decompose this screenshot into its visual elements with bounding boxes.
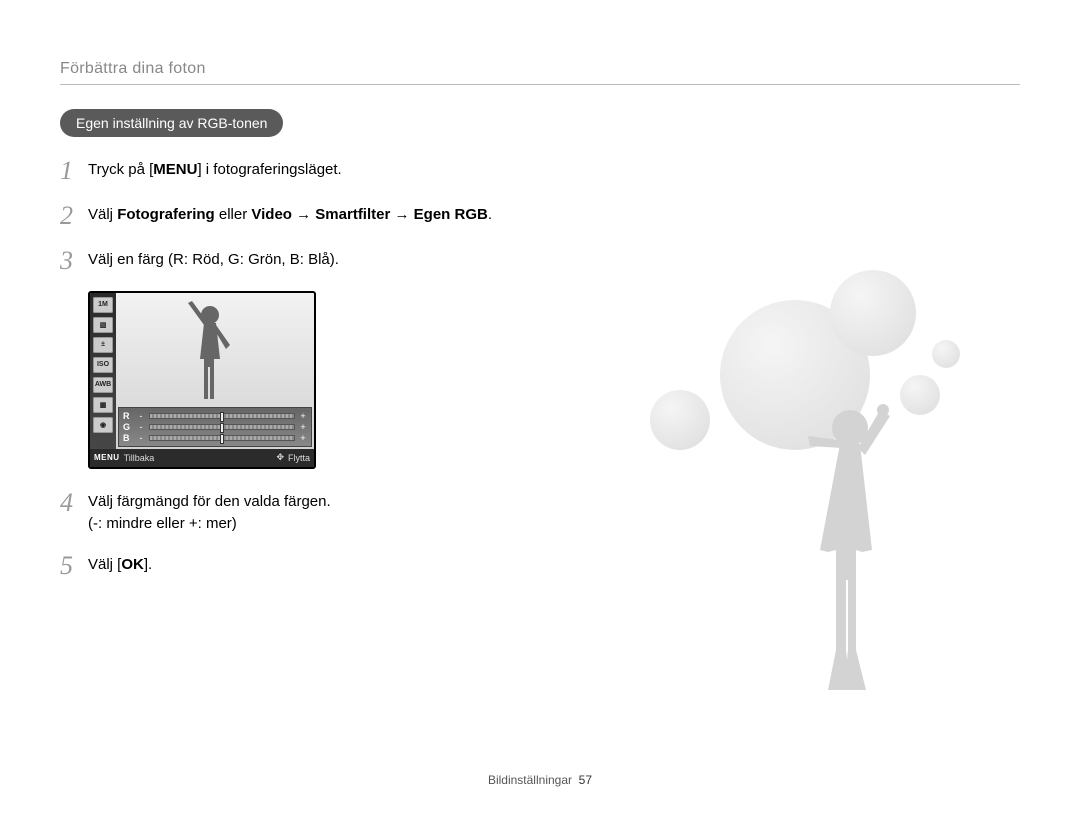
step-body: Tryck på [MENU] i fotograferingsläget.	[88, 155, 342, 182]
header-title: Förbättra dina foton	[60, 60, 1020, 78]
step-5: 5 Välj [OK].	[60, 550, 540, 581]
minus-icon: -	[137, 422, 145, 432]
lcd-bottom-bar: MENU Tillbaka ✥ Flytta	[90, 449, 314, 467]
slider-thumb	[220, 412, 224, 422]
header-divider	[60, 84, 1020, 85]
page-footer: Bildinställningar 57	[0, 773, 1080, 787]
step-text: ] i fotograferingsläget.	[197, 161, 341, 178]
slider-row-r: R - +	[123, 411, 307, 421]
step-text: Välj [	[88, 556, 121, 573]
step-text: Tryck på [	[88, 161, 153, 178]
plus-icon: +	[299, 411, 307, 421]
slider-row-g: G - +	[123, 422, 307, 432]
step-2: 2 Välj Fotografering eller Video → Smart…	[60, 200, 540, 231]
slider-thumb	[220, 423, 224, 433]
step-text: Välj en färg (R: Röd, G: Grön, B: Blå).	[88, 251, 339, 268]
bubble-icon	[830, 270, 916, 356]
rgb-sliders-panel: R - + G - + B - +	[118, 407, 312, 447]
menu-path-item: Fotografering	[117, 206, 215, 223]
lcd-icon: ISO	[93, 357, 113, 373]
step-number: 3	[60, 245, 88, 276]
step-number: 2	[60, 200, 88, 231]
lcd-icon: AWB	[93, 377, 113, 393]
page-number: 57	[579, 773, 592, 787]
bubble-icon	[932, 340, 960, 368]
lcd-icon-strip: 1M ▧ ± ISO AWB ▦ ◉	[90, 293, 116, 467]
menu-tag: MENU	[94, 453, 120, 462]
plus-icon: +	[299, 422, 307, 432]
step-number: 4	[60, 487, 88, 518]
bubble-icon	[720, 300, 870, 450]
step-4: 4 Välj färgmängd för den valda färgen. (…	[60, 487, 540, 536]
bubble-icon	[650, 390, 710, 450]
slider-thumb	[220, 434, 224, 444]
lcd-icon: ◉	[93, 417, 113, 433]
slider-label: G	[123, 422, 133, 432]
step-body: Välj [OK].	[88, 550, 152, 577]
child-silhouette-icon	[770, 400, 930, 720]
step-text: (-: mindre eller +: mer)	[88, 513, 331, 536]
slider-label: B	[123, 433, 133, 443]
lcd-icon: ▦	[93, 397, 113, 413]
menu-path-item: Smartfilter	[315, 206, 390, 223]
menu-path-item: Egen RGB	[414, 206, 488, 223]
step-text: ].	[144, 556, 152, 573]
step-text: →	[390, 206, 413, 223]
step-body: Välj en färg (R: Röd, G: Grön, B: Blå).	[88, 245, 339, 272]
step-text: Välj färgmängd för den valda färgen.	[88, 491, 331, 514]
lcd-child-silhouette	[180, 301, 240, 416]
ok-key: OK	[121, 556, 144, 573]
nav-icon: ✥	[276, 452, 284, 463]
step-text: →	[292, 206, 315, 223]
bubble-icon	[900, 375, 940, 415]
lcd-icon: 1M	[93, 297, 113, 313]
menu-path-item: Video	[251, 206, 292, 223]
step-number: 5	[60, 550, 88, 581]
lcd-icon: ±	[93, 337, 113, 353]
section-pill: Egen inställning av RGB-tonen	[60, 109, 283, 137]
step-text: .	[488, 206, 492, 223]
step-text: Välj	[88, 206, 117, 223]
step-text: eller	[215, 206, 252, 223]
decorative-background	[600, 280, 1020, 700]
camera-lcd-mock: 1M ▧ ± ISO AWB ▦ ◉ R - +	[88, 291, 316, 469]
step-1: 1 Tryck på [MENU] i fotograferingsläget.	[60, 155, 540, 186]
move-label: Flytta	[288, 453, 310, 463]
slider-track	[149, 435, 295, 441]
step-body: Välj Fotografering eller Video → Smartfi…	[88, 200, 492, 227]
minus-icon: -	[137, 433, 145, 443]
slider-row-b: B - +	[123, 433, 307, 443]
step-number: 1	[60, 155, 88, 186]
step-3: 3 Välj en färg (R: Röd, G: Grön, B: Blå)…	[60, 245, 540, 276]
lcd-icon: ▧	[93, 317, 113, 333]
main-column: Egen inställning av RGB-tonen 1 Tryck på…	[60, 109, 540, 581]
slider-track	[149, 413, 295, 419]
menu-key: MENU	[153, 161, 197, 178]
step-body: Välj färgmängd för den valda färgen. (-:…	[88, 487, 331, 536]
back-label: Tillbaka	[124, 453, 155, 463]
minus-icon: -	[137, 411, 145, 421]
slider-label: R	[123, 411, 133, 421]
plus-icon: +	[299, 433, 307, 443]
slider-track	[149, 424, 295, 430]
footer-section: Bildinställningar	[488, 773, 572, 787]
